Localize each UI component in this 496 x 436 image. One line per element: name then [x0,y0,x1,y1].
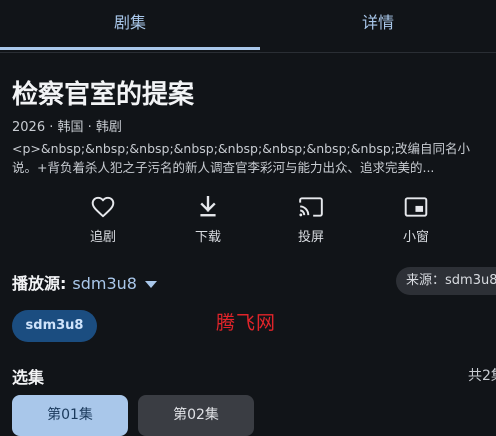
tab-episodes[interactable]: 剧集 [0,0,260,50]
cast-button[interactable]: 投屏 [271,194,351,245]
description-line-2: 说。+背负着杀人犯之子污名的新人调查官李彩河与能力出众、追求完美的... [12,160,435,175]
follow-button[interactable]: 追剧 [63,194,143,245]
show-meta: 2026 · 韩国 · 韩剧 [12,120,122,135]
follow-label: 追剧 [89,230,116,245]
download-label: 下载 [194,230,221,245]
description-line-1: <p>&nbsp;&nbsp;&nbsp;&nbsp;&nbsp;&nbsp;&… [12,141,470,156]
source-selector[interactable]: 播放源: sdm3u8 [12,270,157,294]
source-pill[interactable]: sdm3u8 [12,310,97,342]
action-bar: 追剧 下载 投屏 小窗 [0,194,496,254]
episodes-count: 共2集 [468,368,496,384]
origin-chip: 来源：sdm3u8 [396,267,496,295]
episode-button-01[interactable]: 第01集 [12,395,128,436]
download-icon [200,196,216,217]
heart-icon [91,196,115,218]
source-label: 播放源: [12,274,67,293]
episodes-heading: 选集 [12,368,45,387]
tab-indicator [0,47,260,50]
watermark: 腾飞网 [216,312,277,334]
tab-bar: 剧集 详情 [0,0,496,53]
show-description[interactable]: <p>&nbsp;&nbsp;&nbsp;&nbsp;&nbsp;&nbsp;&… [12,139,496,179]
picture-in-picture-icon [404,197,428,217]
download-button[interactable]: 下载 [168,194,248,245]
source-value: sdm3u8 [72,274,137,293]
cast-icon [299,197,323,217]
episode-button-02[interactable]: 第02集 [138,395,254,436]
tab-details[interactable]: 详情 [260,0,496,50]
pip-button[interactable]: 小窗 [376,194,456,245]
pip-label: 小窗 [402,230,429,245]
show-title: 检察官室的提案 [12,80,195,110]
cast-label: 投屏 [297,230,324,245]
chevron-down-icon [144,281,157,288]
